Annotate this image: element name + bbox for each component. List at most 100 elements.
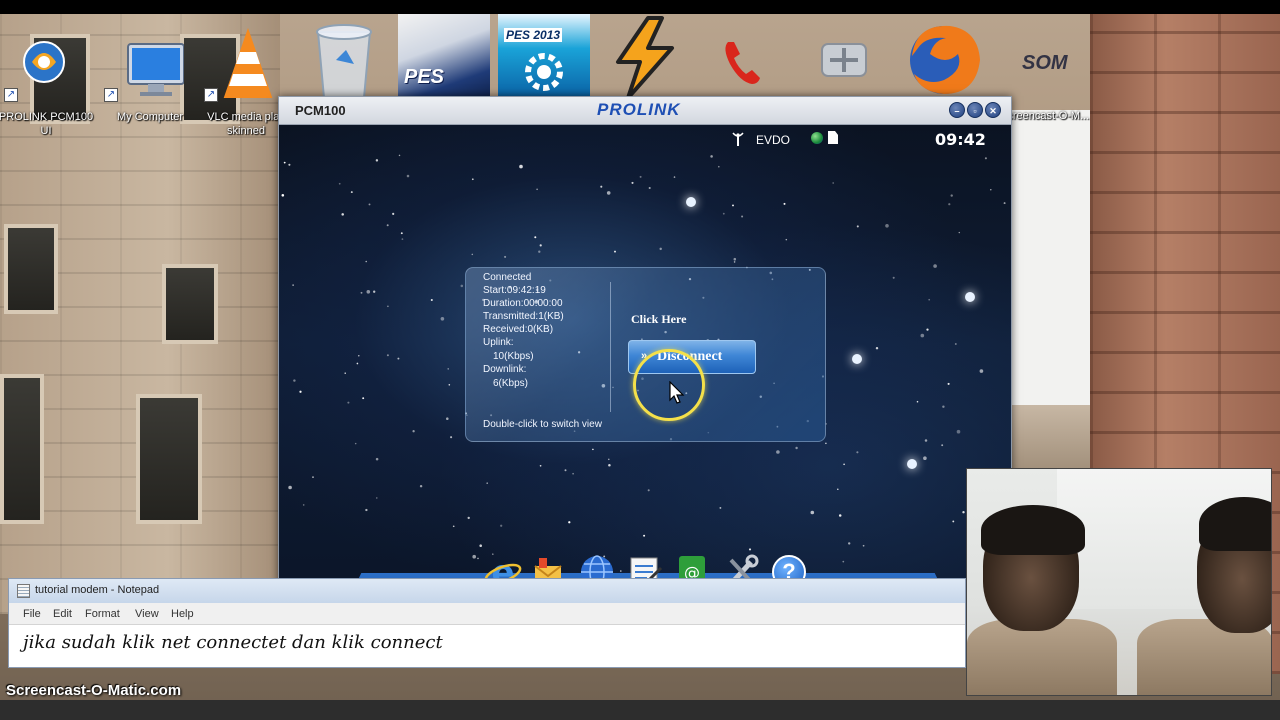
star (733, 261, 736, 263)
minimize-button[interactable]: – (949, 102, 965, 118)
star (366, 290, 371, 294)
star (952, 520, 955, 523)
star (519, 164, 523, 169)
star (472, 554, 476, 559)
internet-status-icon (811, 132, 823, 144)
star (776, 450, 780, 454)
pes-tile-text: PES (404, 66, 445, 88)
uplink-label: Uplink: (483, 337, 514, 348)
star (401, 238, 404, 240)
network-tool-icon[interactable] (816, 14, 872, 100)
star (392, 212, 395, 215)
notepad-title: tutorial modem - Notepad (35, 584, 160, 596)
star (539, 244, 542, 247)
top-black-bar (0, 0, 1280, 14)
star (375, 159, 379, 162)
pcm100-titlebar[interactable]: PCM100 PROLINK – ▫ ✕ (279, 97, 1011, 125)
desktop-icon-screencast[interactable]: SOM Screencast-O-M... (1000, 14, 1089, 122)
star (810, 510, 815, 515)
star (397, 357, 400, 360)
restore-button[interactable]: ▫ (967, 102, 983, 118)
star (283, 161, 286, 164)
notepad-text-area[interactable]: jika sudah klik net connectet dan klik c… (23, 632, 443, 653)
received-bytes: Received:0(KB) (483, 324, 554, 335)
shortcut-arrow-icon: ↗ (204, 88, 218, 102)
star (795, 446, 798, 450)
star (572, 472, 574, 475)
star (376, 497, 378, 499)
shortcut-arrow-icon: ↗ (104, 88, 118, 102)
star (368, 203, 371, 206)
star (648, 186, 651, 190)
close-button[interactable]: ✕ (985, 102, 1001, 118)
star (608, 458, 610, 461)
star (293, 379, 296, 382)
star (538, 250, 541, 253)
star (448, 384, 451, 386)
star (947, 382, 950, 385)
star (356, 362, 359, 365)
star (386, 224, 389, 227)
star (534, 236, 537, 239)
star (785, 238, 788, 241)
desktop-icon-prolink[interactable]: ↗ PROLINK PCM100 UI (0, 14, 96, 137)
menu-format[interactable]: Format (85, 608, 120, 620)
desktop-icon-label-line2: UI (40, 125, 52, 137)
downlink-speed: 6(Kbps) (493, 378, 529, 389)
star (719, 506, 722, 509)
star (941, 444, 944, 447)
star (350, 191, 353, 194)
connection-duration: Duration:00:00:00 (483, 298, 563, 309)
phone-icon[interactable] (716, 14, 766, 100)
star (500, 524, 503, 527)
desktop-icon-vlc[interactable]: ↗ VLC media play skinned (196, 14, 292, 137)
prolink-logo: PROLINK (597, 100, 681, 119)
pes2013-game-tile[interactable]: PES 2013 (498, 14, 590, 100)
shortcut-arrow-icon: ↗ (4, 88, 18, 102)
som-tile-text: SOM (1022, 52, 1068, 74)
notepad-icon (17, 584, 30, 598)
star (933, 264, 937, 268)
notepad-titlebar[interactable]: tutorial modem - Notepad (9, 579, 965, 603)
my-computer-icon (127, 43, 184, 96)
star (733, 257, 737, 261)
desktop-icon-label: Screencast-O-M... (1000, 110, 1090, 122)
star (354, 442, 357, 445)
menu-help[interactable]: Help (171, 608, 194, 620)
star (923, 456, 927, 461)
switch-view-hint: Double-click to switch view (483, 419, 602, 430)
pes-game-tile[interactable]: PES (398, 14, 490, 100)
menu-file[interactable]: File (23, 608, 41, 620)
star (387, 305, 389, 308)
star (281, 194, 285, 197)
star (302, 504, 305, 506)
menu-view[interactable]: View (135, 608, 159, 620)
star (288, 485, 292, 490)
star (984, 157, 987, 160)
desktop-icon-my-computer[interactable]: ↗ My Computer (100, 14, 196, 123)
menu-edit[interactable]: Edit (53, 608, 72, 620)
star (885, 224, 889, 228)
star (375, 457, 379, 461)
star (460, 284, 464, 288)
star (920, 333, 925, 338)
star (673, 176, 676, 178)
star (606, 191, 611, 195)
star (614, 250, 616, 253)
star (292, 284, 294, 286)
star (365, 508, 368, 512)
winamp-icon[interactable] (598, 14, 690, 100)
star (892, 276, 895, 279)
click-here-label: Click Here (631, 312, 687, 326)
connection-panel[interactable]: Connected Start:09:42:19 Duration:00:00:… (465, 267, 826, 442)
firefox-icon[interactable] (900, 14, 990, 100)
recycle-bin-icon[interactable] (306, 14, 382, 100)
star (783, 202, 786, 205)
wallpaper-building-far (1010, 405, 1100, 475)
star (564, 469, 567, 472)
star (365, 260, 367, 263)
star (419, 484, 423, 488)
star (398, 154, 401, 157)
star (430, 298, 433, 302)
star (710, 155, 713, 158)
